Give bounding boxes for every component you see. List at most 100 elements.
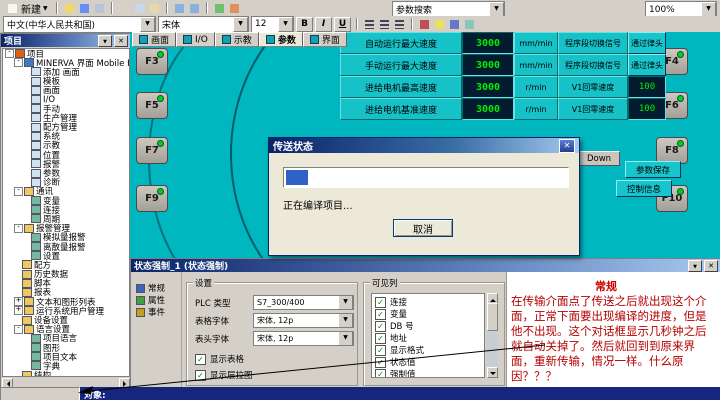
tree-expander-icon[interactable] — [23, 252, 30, 259]
save-icon[interactable] — [78, 2, 91, 15]
column-checkbox-row[interactable]: 状态值 — [375, 356, 484, 368]
font-size-combobox[interactable]: 12 — [251, 16, 294, 33]
tree-expander-icon[interactable] — [23, 215, 30, 222]
param-value-field[interactable]: 3000 — [462, 98, 514, 120]
cut-icon[interactable] — [118, 2, 131, 15]
chevron-down-icon[interactable] — [140, 17, 155, 32]
tree-expander-icon[interactable] — [23, 234, 30, 241]
underline-button[interactable]: U — [334, 17, 351, 32]
control-info-button[interactable]: 控制信息 — [616, 180, 672, 197]
pin-panel-icon[interactable] — [98, 35, 112, 47]
tree-expander-icon[interactable] — [23, 124, 30, 131]
fkey-button[interactable]: F8 — [656, 137, 688, 164]
tree-expander-icon[interactable] — [14, 317, 21, 324]
cancel-button[interactable]: 取消 — [393, 219, 453, 237]
column-checkbox-row[interactable]: 变量 — [375, 308, 484, 320]
tree-expander-icon[interactable] — [14, 289, 21, 296]
fkey-button[interactable]: F9 — [136, 185, 168, 212]
editor-tab[interactable]: I/O — [176, 32, 215, 47]
chevron-down-icon[interactable] — [338, 295, 353, 310]
param-value-field[interactable]: 通过律头 — [628, 54, 666, 76]
tree-expander-icon[interactable] — [23, 114, 30, 121]
border-style-icon[interactable] — [448, 18, 461, 31]
param-value-field[interactable]: 100 — [628, 98, 666, 120]
chevron-down-icon[interactable] — [338, 331, 353, 346]
checkbox-icon[interactable] — [195, 354, 206, 365]
close-icon[interactable] — [704, 260, 718, 272]
tree-expander-icon[interactable]: - — [14, 187, 23, 196]
redo-icon[interactable] — [188, 2, 201, 15]
checkbox-icon[interactable] — [375, 357, 386, 368]
param-value-field[interactable]: 通过律头 — [628, 32, 666, 54]
print-icon[interactable] — [93, 2, 106, 15]
tree-expander-icon[interactable] — [23, 105, 30, 112]
down-button[interactable]: Down — [578, 151, 620, 166]
tree-expander-icon[interactable] — [23, 344, 30, 351]
align-center-icon[interactable] — [378, 18, 391, 31]
param-save-button[interactable]: 参数保存 — [625, 161, 681, 178]
tree-expander-icon[interactable] — [23, 142, 30, 149]
highlight-color-icon[interactable] — [433, 18, 446, 31]
param-value-field[interactable]: 3000 — [462, 54, 514, 76]
dialog-titlebar[interactable]: 传送状态 — [269, 138, 579, 153]
tree-item[interactable]: 位置 — [3, 150, 129, 159]
tree-expander-icon[interactable] — [23, 179, 30, 186]
tree-expander-icon[interactable] — [23, 160, 30, 167]
tree-expander-icon[interactable] — [14, 271, 21, 278]
column-checkbox-row[interactable]: 连接 — [375, 296, 484, 308]
param-name-cell[interactable]: 自动运行最大速度 — [340, 32, 462, 54]
tree-expander-icon[interactable]: - — [14, 325, 23, 334]
fkey-button[interactable]: F3 — [136, 48, 168, 75]
tree-item[interactable]: 报警 — [3, 159, 129, 168]
plc-type-combobox[interactable]: S7_300/400 — [253, 295, 354, 310]
language-combobox[interactable]: 中文(中华人民共和国) — [3, 16, 156, 33]
checkbox-icon[interactable] — [195, 370, 206, 381]
tree-item[interactable]: 连接 — [3, 205, 129, 214]
copy-icon[interactable] — [133, 2, 146, 15]
editor-tab[interactable]: 参数 — [259, 32, 303, 47]
param-name-cell[interactable]: 进给电机基准速度 — [340, 98, 462, 120]
tree-expander-icon[interactable] — [23, 206, 30, 213]
param-name-cell[interactable]: 手动运行最大速度 — [340, 54, 462, 76]
checkbox-icon[interactable] — [375, 309, 386, 320]
show-table-checkbox-row[interactable]: 显示表格 — [195, 353, 244, 365]
param-name-cell[interactable]: 进给电机最高速度 — [340, 76, 462, 98]
tree-expander-icon[interactable]: + — [14, 306, 23, 315]
scroll-down-icon[interactable] — [487, 367, 498, 378]
tree-expander-icon[interactable] — [14, 372, 21, 377]
editor-tab[interactable]: 界面 — [303, 32, 347, 47]
font-color-icon[interactable] — [418, 18, 431, 31]
checkbox-icon[interactable] — [375, 369, 386, 379]
tree-expander-icon[interactable] — [23, 243, 30, 250]
tree-item[interactable]: - 通讯 — [3, 187, 129, 196]
bold-button[interactable]: B — [296, 17, 313, 32]
chevron-down-icon[interactable] — [278, 17, 293, 32]
tree-expander-icon[interactable] — [23, 133, 30, 140]
properties-nav-item[interactable]: 常规 — [131, 282, 181, 294]
show-overview-checkbox-row[interactable]: 显示层拉图 — [195, 369, 253, 381]
tree-expander-icon[interactable] — [23, 78, 30, 85]
tree-expander-icon[interactable] — [23, 151, 30, 158]
tree-item[interactable]: 项目语言 — [3, 334, 129, 343]
checkbox-icon[interactable] — [375, 345, 386, 356]
paste-icon[interactable] — [148, 2, 161, 15]
undo-icon[interactable] — [173, 2, 186, 15]
tree-expander-icon[interactable] — [23, 353, 30, 360]
tree-horizontal-scrollbar[interactable] — [2, 378, 130, 387]
pin-panel-icon[interactable] — [688, 260, 702, 272]
chevron-down-icon[interactable] — [338, 313, 353, 328]
param-name-cell[interactable]: 程序段切换信号 — [558, 32, 628, 54]
tree-item[interactable]: 画面 — [3, 86, 129, 95]
fkey-button[interactable]: F5 — [136, 92, 168, 119]
compile-icon[interactable] — [213, 2, 226, 15]
checkbox-icon[interactable] — [375, 321, 386, 332]
column-checkbox-row[interactable]: 强制值 — [375, 368, 484, 378]
scrollbar-thumb[interactable] — [487, 303, 498, 331]
italic-button[interactable]: I — [315, 17, 332, 32]
close-icon[interactable] — [559, 139, 575, 153]
param-value-field[interactable]: 3000 — [462, 76, 514, 98]
tree-item[interactable]: 参数 — [3, 168, 129, 177]
tree-item[interactable]: I/O — [3, 95, 129, 104]
checkbox-icon[interactable] — [375, 333, 386, 344]
tree-expander-icon[interactable] — [23, 335, 30, 342]
